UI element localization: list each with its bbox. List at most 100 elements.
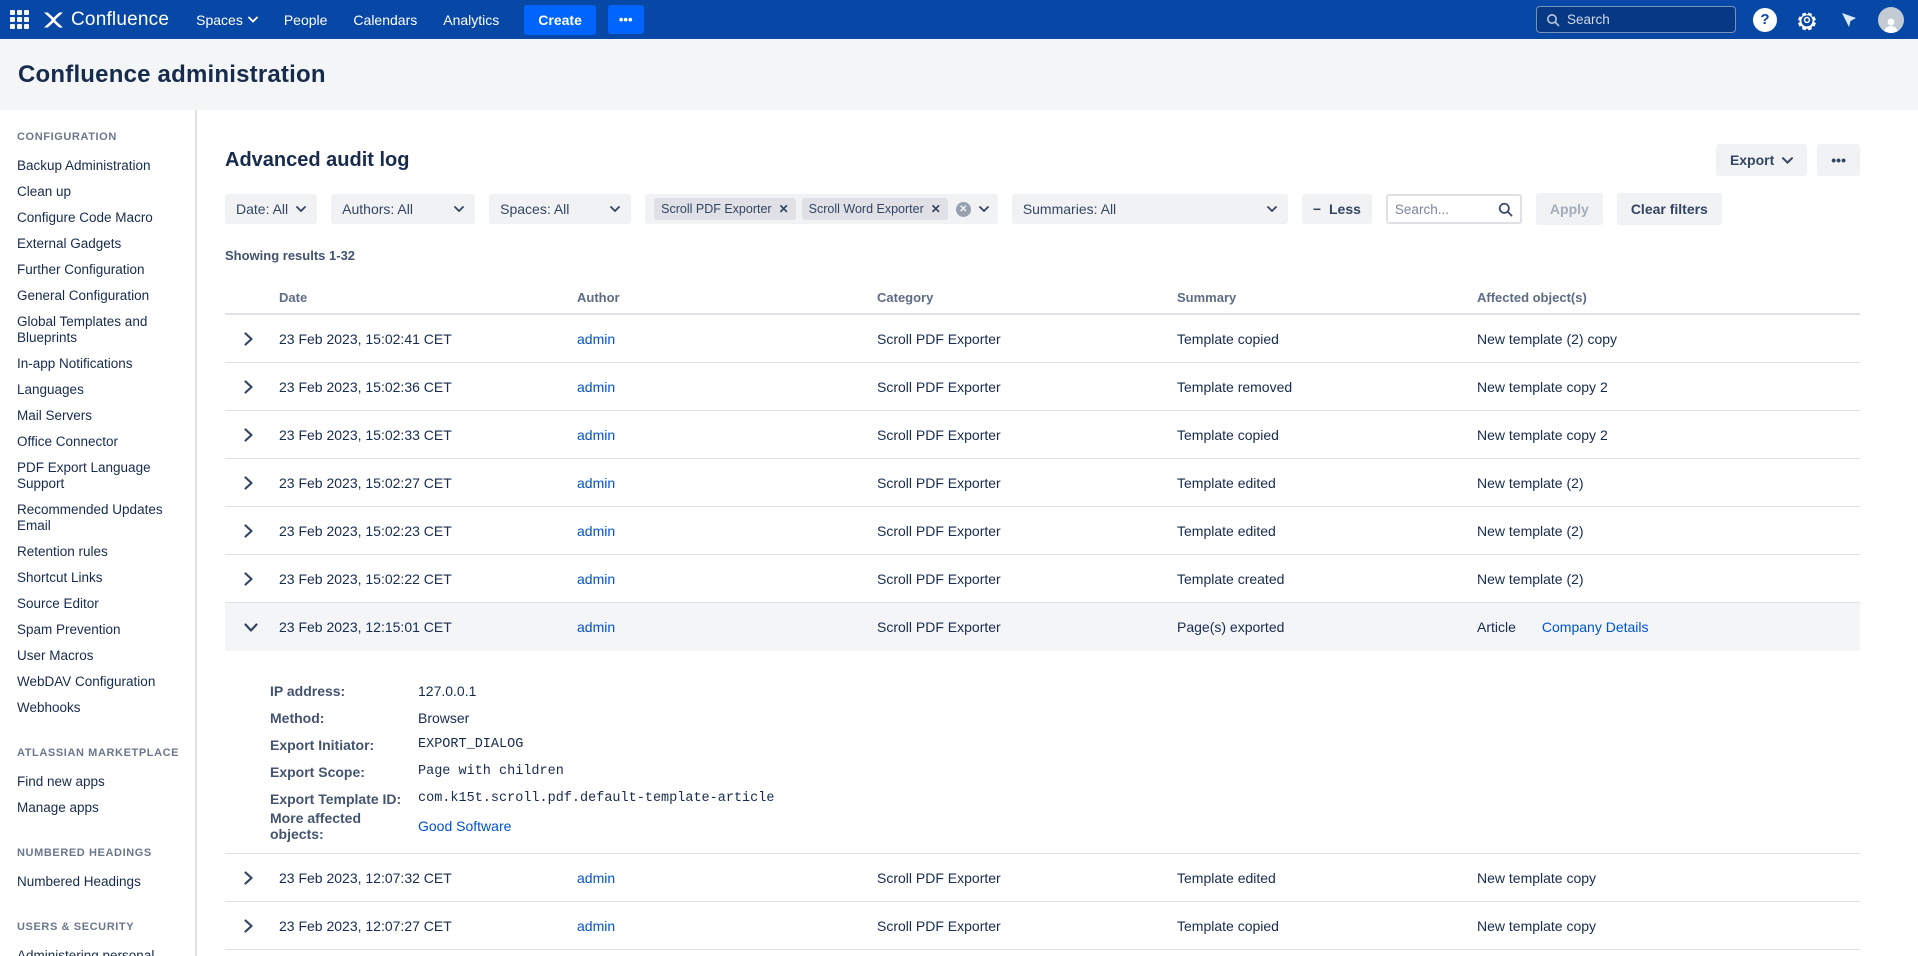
detail-row: Export Template ID:com.k15t.scroll.pdf.d… xyxy=(270,785,1860,812)
filter-authors[interactable]: Authors: All xyxy=(331,194,475,224)
app-switcher-icon[interactable] xyxy=(10,10,29,29)
sidebar-item-pdf-export-language-support[interactable]: PDF Export Language Support xyxy=(17,455,185,497)
sidebar-item-source-editor[interactable]: Source Editor xyxy=(17,591,185,617)
filter-search[interactable] xyxy=(1386,194,1522,224)
remove-tag-icon[interactable]: ✕ xyxy=(931,202,941,216)
sidebar-item-general-configuration[interactable]: General Configuration xyxy=(17,283,185,309)
sidebar-item-clean-up[interactable]: Clean up xyxy=(17,179,185,205)
global-search[interactable] xyxy=(1536,6,1736,33)
nav-more-button[interactable]: ••• xyxy=(608,5,644,34)
cell-author: admin xyxy=(577,571,877,587)
clear-filters-button[interactable]: Clear filters xyxy=(1617,193,1722,225)
sidebar-item-mail-servers[interactable]: Mail Servers xyxy=(17,403,185,429)
filter-date[interactable]: Date: All xyxy=(225,194,317,224)
confluence-logo[interactable]: Confluence xyxy=(43,9,169,31)
author-link[interactable]: admin xyxy=(577,475,615,491)
nav-item-calendars[interactable]: Calendars xyxy=(344,6,426,34)
notifications-button[interactable] xyxy=(1836,7,1862,33)
cell-author: admin xyxy=(577,523,877,539)
sidebar-item-recommended-updates-email[interactable]: Recommended Updates Email xyxy=(17,497,185,539)
less-filters-button[interactable]: − Less xyxy=(1302,194,1372,224)
cell-affected: New template copy 2 xyxy=(1477,379,1860,395)
table-row: 23 Feb 2023, 15:02:41 CETadminScroll PDF… xyxy=(225,315,1860,363)
sidebar-item-retention-rules[interactable]: Retention rules xyxy=(17,539,185,565)
cell-author: admin xyxy=(577,427,877,443)
sidebar-item-external-gadgets[interactable]: External Gadgets xyxy=(17,231,185,257)
help-button[interactable]: ? xyxy=(1752,7,1778,33)
create-button[interactable]: Create xyxy=(524,5,596,35)
expand-row-button[interactable] xyxy=(225,919,279,933)
expand-row-button[interactable] xyxy=(225,380,279,394)
settings-button[interactable] xyxy=(1794,7,1820,33)
cell-category: Scroll PDF Exporter xyxy=(877,475,1177,491)
export-button[interactable]: Export xyxy=(1716,144,1807,176)
affected-object-link[interactable]: Company Details xyxy=(1542,619,1649,635)
sidebar-item-administering-personal-access-tokens[interactable]: Administering personal access tokens xyxy=(17,943,185,956)
page-title: Confluence administration xyxy=(18,61,326,89)
chevron-right-icon xyxy=(244,919,253,933)
sidebar-item-office-connector[interactable]: Office Connector xyxy=(17,429,185,455)
cell-category: Scroll PDF Exporter xyxy=(877,870,1177,886)
filter-categories[interactable]: Scroll PDF Exporter ✕ Scroll Word Export… xyxy=(645,194,998,224)
nav-item-spaces[interactable]: Spaces xyxy=(187,6,267,34)
sidebar-item-user-macros[interactable]: User Macros xyxy=(17,643,185,669)
expand-row-button[interactable] xyxy=(225,428,279,442)
cell-affected: New template (2) xyxy=(1477,523,1860,539)
apply-button[interactable]: Apply xyxy=(1536,193,1603,225)
filter-tag: Scroll PDF Exporter ✕ xyxy=(654,198,796,220)
sidebar-item-webdav-configuration[interactable]: WebDAV Configuration xyxy=(17,669,185,695)
author-link[interactable]: admin xyxy=(577,379,615,395)
section-title: Advanced audit log xyxy=(225,149,409,172)
profile-button[interactable] xyxy=(1878,7,1904,33)
help-icon: ? xyxy=(1753,8,1777,32)
author-link[interactable]: admin xyxy=(577,331,615,347)
author-link[interactable]: admin xyxy=(577,918,615,934)
author-link[interactable]: admin xyxy=(577,870,615,886)
sidebar-item-further-configuration[interactable]: Further Configuration xyxy=(17,257,185,283)
sidebar-item-spam-prevention[interactable]: Spam Prevention xyxy=(17,617,185,643)
author-link[interactable]: admin xyxy=(577,523,615,539)
author-link[interactable]: admin xyxy=(577,427,615,443)
remove-tag-icon[interactable]: ✕ xyxy=(779,202,789,216)
cell-summary: Template copied xyxy=(1177,427,1477,443)
search-icon xyxy=(1498,202,1513,217)
table-more-button[interactable]: ••• xyxy=(1817,144,1860,176)
cell-date: 23 Feb 2023, 12:15:01 CET xyxy=(279,619,577,635)
sidebar-item-webhooks[interactable]: Webhooks xyxy=(17,695,185,721)
cell-date: 23 Feb 2023, 15:02:36 CET xyxy=(279,379,577,395)
chevron-right-icon xyxy=(244,572,253,586)
global-search-input[interactable] xyxy=(1567,12,1726,27)
sidebar-section: ATLASSIAN MARKETPLACEFind new appsManage… xyxy=(17,747,185,821)
sidebar-item-configure-code-macro[interactable]: Configure Code Macro xyxy=(17,205,185,231)
expand-row-button[interactable] xyxy=(225,332,279,346)
filter-spaces[interactable]: Spaces: All xyxy=(489,194,631,224)
expand-row-button[interactable] xyxy=(225,524,279,538)
sidebar-item-manage-apps[interactable]: Manage apps xyxy=(17,795,185,821)
chevron-down-icon xyxy=(296,206,306,212)
sidebar-item-languages[interactable]: Languages xyxy=(17,377,185,403)
nav-item-people[interactable]: People xyxy=(275,6,337,34)
chevron-down-icon xyxy=(1782,157,1793,164)
chevron-right-icon xyxy=(244,380,253,394)
sidebar-item-in-app-notifications[interactable]: In-app Notifications xyxy=(17,351,185,377)
sidebar-item-backup-administration[interactable]: Backup Administration xyxy=(17,153,185,179)
cell-affected: New template (2) xyxy=(1477,475,1860,491)
chevron-down-icon xyxy=(454,206,464,212)
detail-value-link[interactable]: Good Software xyxy=(418,818,511,834)
sidebar-item-numbered-headings[interactable]: Numbered Headings xyxy=(17,869,185,895)
sidebar-item-global-templates-and-blueprints[interactable]: Global Templates and Blueprints xyxy=(17,309,185,351)
clear-selection-icon[interactable]: ✕ xyxy=(956,202,971,217)
filter-summaries[interactable]: Summaries: All xyxy=(1012,194,1288,224)
filter-search-input[interactable] xyxy=(1395,202,1498,217)
column-header-summary: Summary xyxy=(1177,290,1477,305)
expand-row-button[interactable] xyxy=(225,572,279,586)
nav-item-analytics[interactable]: Analytics xyxy=(434,6,508,34)
table-row: 23 Feb 2023, 15:02:33 CETadminScroll PDF… xyxy=(225,411,1860,459)
expand-row-button[interactable] xyxy=(225,871,279,885)
collapse-row-button[interactable] xyxy=(225,623,279,632)
sidebar-item-shortcut-links[interactable]: Shortcut Links xyxy=(17,565,185,591)
author-link[interactable]: admin xyxy=(577,619,615,635)
expand-row-button[interactable] xyxy=(225,476,279,490)
sidebar-item-find-new-apps[interactable]: Find new apps xyxy=(17,769,185,795)
author-link[interactable]: admin xyxy=(577,571,615,587)
